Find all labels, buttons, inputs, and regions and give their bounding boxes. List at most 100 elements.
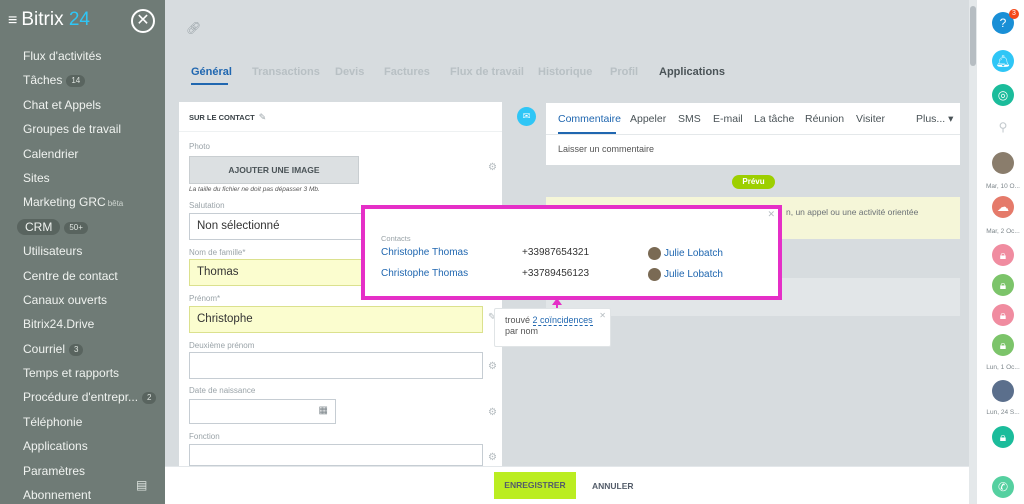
tab-historique[interactable]: Historique xyxy=(538,66,592,78)
lock-icon[interactable]: 🔒︎ xyxy=(992,274,1014,296)
lock-icon[interactable]: 🔒︎ xyxy=(992,334,1014,356)
chat-date: Lun, 1 Oc... xyxy=(986,364,1020,371)
scrollbar[interactable] xyxy=(969,0,977,504)
beta-label: bêta xyxy=(107,199,124,209)
active-tab-indicator xyxy=(191,83,228,85)
firstname-input[interactable]: Christophe xyxy=(189,306,483,333)
middlename-input[interactable] xyxy=(189,352,483,379)
left-sidebar: ≡ Bitrix 24 ✕ Flux d'activités Tâches 14 C… xyxy=(0,0,165,504)
gear-icon[interactable]: ⚙ xyxy=(488,162,497,173)
close-icon[interactable]: ✕ xyxy=(767,209,775,220)
channel-icon[interactable]: ◎ xyxy=(992,84,1014,106)
gear-icon[interactable]: ⚙ xyxy=(488,452,497,463)
divider xyxy=(546,134,960,135)
tab-transactions[interactable]: Transactions xyxy=(252,66,320,78)
avatar[interactable] xyxy=(992,380,1014,402)
photo-label: Photo xyxy=(189,142,210,151)
menu-icon[interactable]: ≡ xyxy=(8,12,17,29)
tab-plus[interactable]: Plus... ▾ xyxy=(916,113,953,125)
tab-commentaire[interactable]: Commentaire xyxy=(558,113,621,125)
tab-factures[interactable]: Factures xyxy=(384,66,430,78)
tab-general[interactable]: Général xyxy=(191,66,232,78)
tab-devis[interactable]: Devis xyxy=(335,66,364,78)
logo[interactable]: ≡ Bitrix 24 xyxy=(8,9,90,31)
sidebar-item-applications[interactable]: Applications xyxy=(0,434,165,458)
responsible-user[interactable]: Julie Lobatch xyxy=(648,268,723,281)
tab-sms[interactable]: SMS xyxy=(678,113,701,125)
sidebar-item-temps[interactable]: Temps et rapports xyxy=(0,361,165,385)
lock-icon[interactable]: 🔒︎ xyxy=(992,426,1014,448)
sidebar-item-calendrier[interactable]: Calendrier xyxy=(0,142,165,166)
tab-applications[interactable]: Applications xyxy=(659,66,725,78)
save-button[interactable]: ENREGISTRER xyxy=(494,472,576,499)
tab-reunion[interactable]: Réunion xyxy=(805,113,844,125)
contact-link[interactable]: Christophe Thomas xyxy=(381,268,468,279)
duplicates-popup: ✕ Contacts Christophe Thomas +3398765432… xyxy=(361,205,782,300)
search-icon[interactable]: ⚲ xyxy=(992,116,1014,138)
responsible-user[interactable]: Julie Lobatch xyxy=(648,247,723,260)
cancel-button[interactable]: ANNULER xyxy=(592,481,634,491)
sidebar-item-procedure[interactable]: Procédure d'entrepr... 2 xyxy=(0,385,165,409)
planned-activity-text: n, un appel ou une activité orientée xyxy=(786,207,919,217)
file-size-hint: La taille du fichier ne doit pas dépasse… xyxy=(189,186,320,193)
sidebar-item-marketing[interactable]: Marketing GRC bêta xyxy=(0,190,165,214)
sidebar-item-flux[interactable]: Flux d'activités xyxy=(0,44,165,68)
scrollbar-thumb[interactable] xyxy=(970,6,976,66)
tab-appeler[interactable]: Appeler xyxy=(630,113,666,125)
sidebar-item-groupes[interactable]: Groupes de travail xyxy=(0,117,165,141)
contact-phone: +33987654321 xyxy=(522,247,590,258)
salutation-label: Salutation xyxy=(189,201,225,210)
contact-phone: +33789456123 xyxy=(522,268,590,279)
sidebar-item-telephonie[interactable]: Téléphonie xyxy=(0,410,165,434)
divider xyxy=(179,131,502,132)
sidebar-item-drive[interactable]: Bitrix24.Drive xyxy=(0,312,165,336)
sidebar-item-taches[interactable]: Tâches 14 xyxy=(0,68,165,92)
function-input[interactable] xyxy=(189,444,483,466)
counter-badge: 50+ xyxy=(64,221,88,234)
tab-tache[interactable]: La tâche xyxy=(754,113,794,125)
activity-composer: Commentaire Appeler SMS E-mail La tâche … xyxy=(546,103,960,165)
tab-profil[interactable]: Profil xyxy=(610,66,638,78)
sidebar-item-sites[interactable]: Sites xyxy=(0,166,165,190)
bell-icon[interactable]: 🔔︎ xyxy=(992,50,1014,72)
tab-visiter[interactable]: Visiter xyxy=(856,113,885,125)
close-icon[interactable]: ✕ xyxy=(599,310,606,321)
tab-email[interactable]: E-mail xyxy=(713,113,743,125)
sidebar-item-utilisateurs[interactable]: Utilisateurs xyxy=(0,239,165,263)
firstname-label: Prénom* xyxy=(189,294,221,303)
lock-icon[interactable]: 🔒︎ xyxy=(992,244,1014,266)
add-image-button[interactable]: AJOUTER UNE IMAGE xyxy=(189,156,359,184)
phone-icon[interactable]: ✆ xyxy=(992,476,1014,498)
comment-input[interactable]: Laisser un commentaire xyxy=(558,144,654,154)
sidebar-menu: Flux d'activités Tâches 14 Chat et Appels… xyxy=(0,44,165,504)
calendar-icon[interactable]: ▦ xyxy=(319,405,328,416)
link-icon[interactable]: 🔗︎ xyxy=(186,21,201,35)
contact-link[interactable]: Christophe Thomas xyxy=(381,247,468,258)
lastname-label: Nom de famille* xyxy=(189,248,246,257)
gear-icon[interactable]: ⚙ xyxy=(488,361,497,372)
printer-icon[interactable]: ▤ xyxy=(136,478,147,492)
close-button[interactable]: ✕ xyxy=(131,9,155,33)
edit-pencil-icon[interactable]: ✎ xyxy=(259,112,267,122)
counter-badge: 14 xyxy=(66,75,86,88)
avatar[interactable]: ☁ xyxy=(992,196,1014,218)
chat-date: Mar, 10 O... xyxy=(986,183,1020,190)
gear-icon[interactable]: ⚙ xyxy=(488,407,497,418)
chat-date: Lun, 24 S... xyxy=(986,409,1020,416)
sidebar-item-chat[interactable]: Chat et Appels xyxy=(0,93,165,117)
function-label: Fonction xyxy=(189,432,220,441)
popup-caption: Contacts xyxy=(381,234,411,243)
tab-workflow[interactable]: Flux de travail xyxy=(450,66,524,78)
matches-link[interactable]: 2 coïncidences xyxy=(532,315,593,326)
sidebar-item-contact-center[interactable]: Centre de contact xyxy=(0,264,165,288)
sidebar-item-courriel[interactable]: Courriel 3 xyxy=(0,337,165,361)
birthdate-input[interactable]: ▦ xyxy=(189,399,336,424)
sidebar-item-canaux[interactable]: Canaux ouverts xyxy=(0,288,165,312)
duplicates-hint: ✕ trouvé 2 coïncidences par nom xyxy=(494,308,611,347)
notification-badge: 3 xyxy=(1009,9,1019,19)
avatar[interactable] xyxy=(992,152,1014,174)
planned-badge: Prévu xyxy=(732,175,775,189)
lock-icon[interactable]: 🔒︎ xyxy=(992,304,1014,326)
card-title: SUR LE CONTACT ✎ xyxy=(189,112,267,122)
sidebar-item-crm[interactable]: CRM 50+ xyxy=(0,215,165,239)
